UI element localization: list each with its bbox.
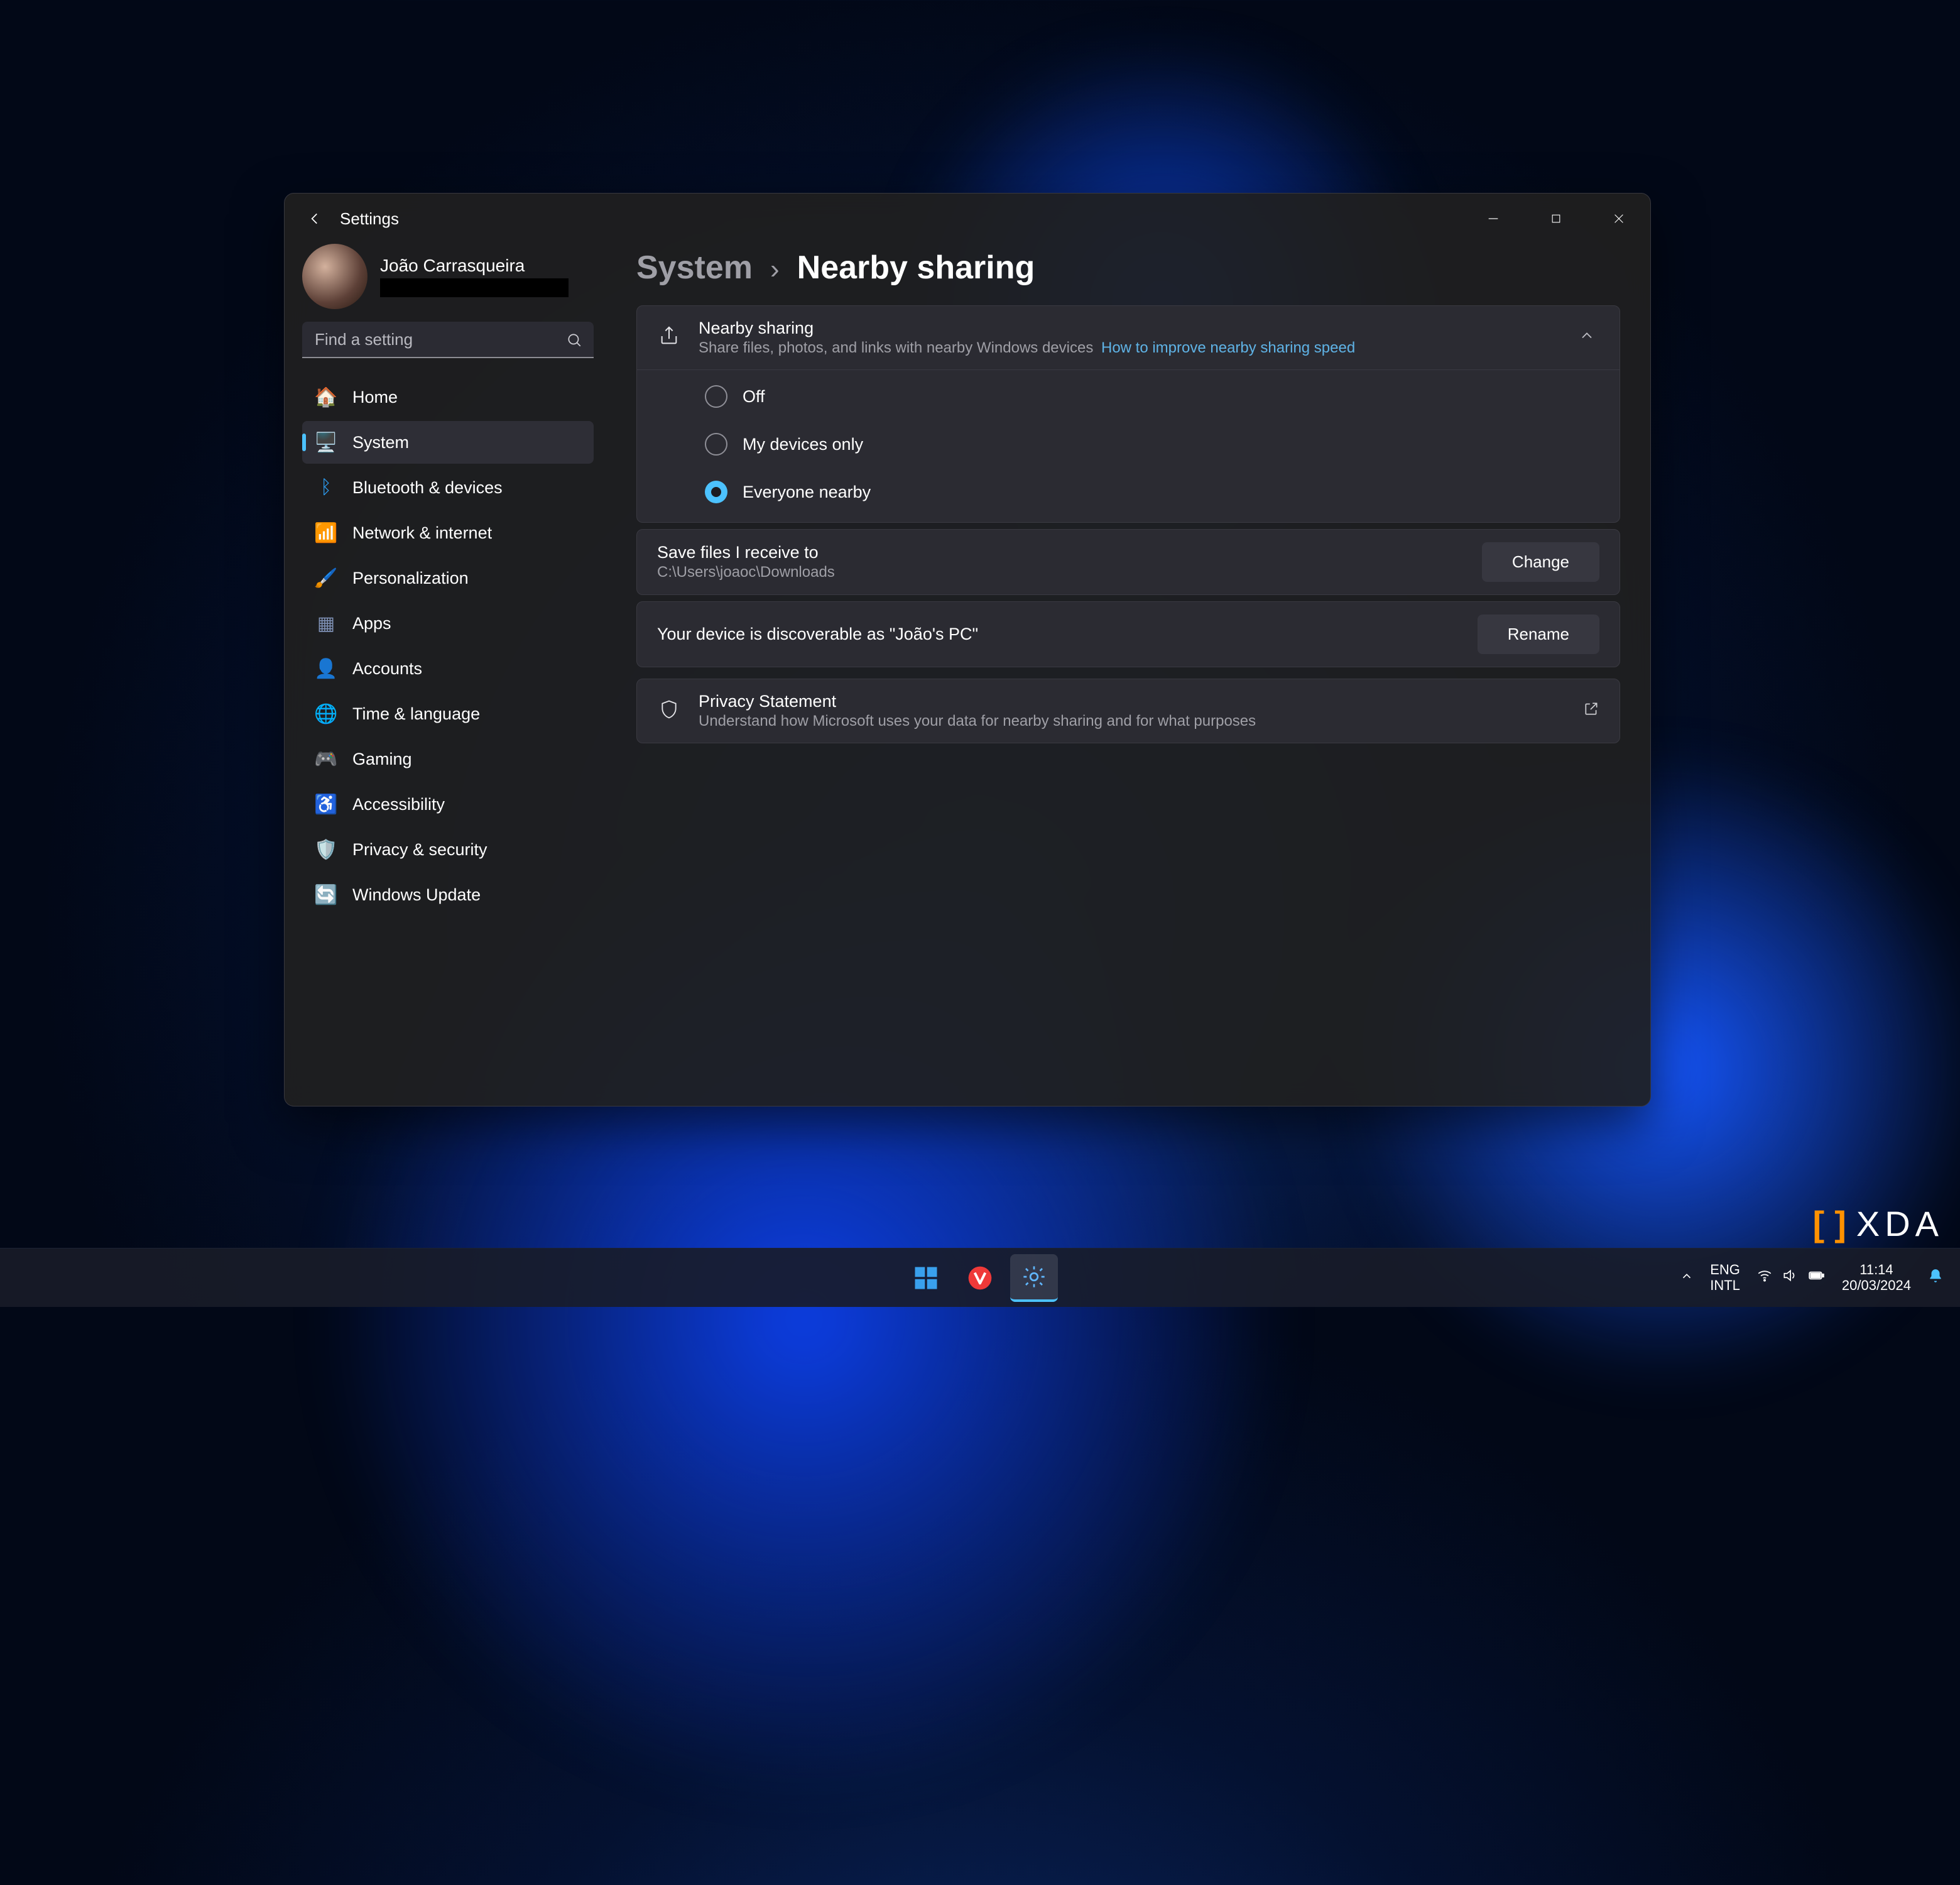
taskbar-app-vivaldi[interactable] [956, 1254, 1004, 1302]
back-button[interactable] [300, 204, 330, 234]
external-link-icon [1583, 701, 1599, 721]
sidebar-item-label: Network & internet [352, 523, 492, 543]
sidebar-item-privacy[interactable]: 🛡️ Privacy & security [302, 828, 594, 871]
sidebar-item-label: Accounts [352, 659, 422, 679]
clock[interactable]: 11:14 20/03/2024 [1842, 1262, 1911, 1292]
minimize-button[interactable] [1462, 197, 1525, 240]
sidebar-item-time[interactable]: 🌐 Time & language [302, 692, 594, 735]
sidebar-item-update[interactable]: 🔄 Windows Update [302, 873, 594, 916]
search-input[interactable] [302, 322, 594, 358]
home-icon: 🏠 [315, 386, 337, 408]
save-location-card: Save files I receive to C:\Users\joaoc\D… [636, 529, 1620, 595]
chevron-up-icon [1574, 324, 1599, 351]
accounts-icon: 👤 [315, 657, 337, 680]
card-subtitle: Share files, photos, and links with near… [699, 339, 1557, 357]
sidebar-item-accessibility[interactable]: ♿ Accessibility [302, 783, 594, 826]
system-tray: ENG INTL 11:14 20/03/2024 [1680, 1262, 1960, 1292]
privacy-icon: 🛡️ [315, 838, 337, 861]
sidebar-item-gaming[interactable]: 🎮 Gaming [302, 738, 594, 780]
chevron-right-icon: › [770, 254, 780, 285]
sidebar: João Carrasqueira 🏠 Home 🖥️ System ᛒ Blueto… [285, 244, 611, 1106]
avatar [302, 244, 368, 309]
radio-icon [705, 481, 727, 503]
user-block[interactable]: João Carrasqueira [302, 246, 594, 307]
radio-my-devices[interactable]: My devices only [705, 433, 1599, 456]
sidebar-item-label: Apps [352, 614, 391, 633]
breadcrumb: System › Nearby sharing [636, 249, 1620, 287]
radio-off[interactable]: Off [705, 385, 1599, 408]
sidebar-item-label: Accessibility [352, 795, 445, 814]
discoverable-text: Your device is discoverable as "João's P… [657, 625, 1460, 644]
time-icon: 🌐 [315, 702, 337, 725]
user-email-redacted [380, 278, 569, 297]
maximize-button[interactable] [1525, 197, 1587, 240]
nearby-sharing-card: Nearby sharing Share files, photos, and … [636, 305, 1620, 523]
window-title: Settings [340, 209, 399, 229]
radio-icon [705, 433, 727, 456]
radio-label: Off [743, 387, 765, 407]
volume-icon[interactable] [1782, 1267, 1798, 1288]
main-content: System › Nearby sharing Nearby sharing S… [611, 244, 1650, 1106]
sidebar-item-label: Time & language [352, 704, 480, 724]
radio-label: My devices only [743, 435, 863, 454]
card-title: Nearby sharing [699, 319, 1557, 338]
language-indicator[interactable]: ENG INTL [1710, 1262, 1740, 1292]
search-icon [566, 332, 582, 352]
titlebar: Settings [285, 194, 1650, 244]
close-button[interactable] [1587, 197, 1650, 240]
wifi-icon[interactable] [1756, 1267, 1773, 1288]
sidebar-item-label: Privacy & security [352, 840, 487, 860]
accessibility-icon: ♿ [315, 793, 337, 816]
save-location-title: Save files I receive to [657, 543, 1464, 562]
start-button[interactable] [902, 1254, 950, 1302]
change-button[interactable]: Change [1482, 542, 1599, 582]
taskbar-app-settings[interactable] [1010, 1254, 1058, 1302]
gaming-icon: 🎮 [315, 748, 337, 770]
bluetooth-icon: ᛒ [315, 476, 337, 499]
sidebar-item-label: Home [352, 388, 398, 407]
shield-icon [657, 699, 681, 723]
user-name: João Carrasqueira [380, 256, 569, 276]
sidebar-item-label: System [352, 433, 409, 452]
nearby-sharing-options: Off My devices only Everyone nearby [637, 369, 1620, 522]
sidebar-item-bluetooth[interactable]: ᛒ Bluetooth & devices [302, 466, 594, 509]
sidebar-item-accounts[interactable]: 👤 Accounts [302, 647, 594, 690]
privacy-card[interactable]: Privacy Statement Understand how Microso… [636, 679, 1620, 743]
sidebar-item-home[interactable]: 🏠 Home [302, 376, 594, 418]
taskbar: ENG INTL 11:14 20/03/2024 [0, 1248, 1960, 1307]
personalization-icon: 🖌️ [315, 567, 337, 589]
privacy-subtitle: Understand how Microsoft uses your data … [699, 713, 1565, 730]
share-icon [657, 325, 681, 350]
xda-watermark: [] XDA [1813, 1203, 1944, 1244]
discoverable-card: Your device is discoverable as "João's P… [636, 601, 1620, 667]
battery-icon[interactable] [1807, 1267, 1826, 1288]
apps-icon: ▦ [315, 612, 337, 635]
privacy-title: Privacy Statement [699, 692, 1565, 711]
sidebar-item-label: Bluetooth & devices [352, 478, 503, 498]
notification-button[interactable] [1927, 1268, 1944, 1288]
radio-everyone[interactable]: Everyone nearby [705, 481, 1599, 503]
update-icon: 🔄 [315, 883, 337, 906]
breadcrumb-current: Nearby sharing [797, 249, 1035, 287]
sidebar-item-label: Gaming [352, 750, 412, 769]
sidebar-item-label: Personalization [352, 569, 469, 588]
tray-overflow-button[interactable] [1680, 1268, 1694, 1287]
radio-icon [705, 385, 727, 408]
sidebar-item-network[interactable]: 📶 Network & internet [302, 511, 594, 554]
sidebar-item-system[interactable]: 🖥️ System [302, 421, 594, 464]
nearby-sharing-header[interactable]: Nearby sharing Share files, photos, and … [637, 306, 1620, 369]
sidebar-item-label: Windows Update [352, 885, 481, 905]
sidebar-nav: 🏠 Home 🖥️ System ᛒ Bluetooth & devices 📶 Net… [302, 376, 594, 916]
settings-window: Settings João Carrasqueira [284, 193, 1651, 1106]
system-icon: 🖥️ [315, 431, 337, 454]
save-location-path: C:\Users\joaoc\Downloads [657, 564, 1464, 581]
sidebar-item-apps[interactable]: ▦ Apps [302, 602, 594, 645]
improve-speed-link[interactable]: How to improve nearby sharing speed [1101, 339, 1355, 356]
radio-label: Everyone nearby [743, 483, 871, 502]
sidebar-item-personalization[interactable]: 🖌️ Personalization [302, 557, 594, 599]
network-icon: 📶 [315, 522, 337, 544]
breadcrumb-parent[interactable]: System [636, 249, 753, 287]
rename-button[interactable]: Rename [1478, 615, 1599, 654]
